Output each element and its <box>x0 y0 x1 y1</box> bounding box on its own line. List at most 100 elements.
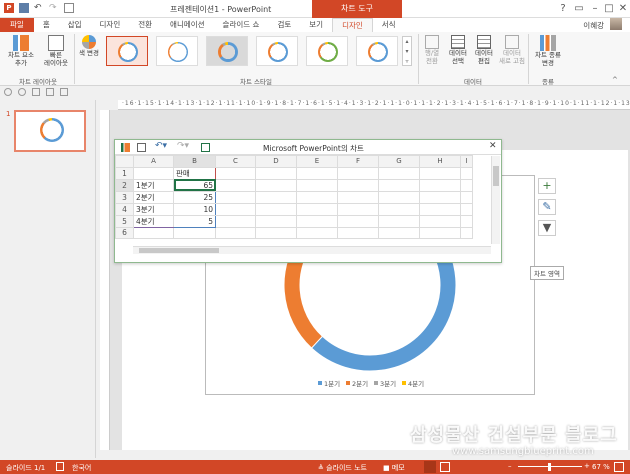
cell[interactable] <box>460 166 473 180</box>
horizontal-scrollbar[interactable] <box>133 246 491 254</box>
value-cell[interactable]: 25 <box>173 190 216 204</box>
column-header[interactable]: D <box>255 155 297 168</box>
cell[interactable] <box>419 190 461 204</box>
column-header[interactable]: E <box>296 155 338 168</box>
cell[interactable] <box>215 214 256 228</box>
cell[interactable] <box>419 226 461 239</box>
tab-transitions[interactable]: 전환 <box>129 18 161 32</box>
cell[interactable] <box>296 190 338 204</box>
normal-view-icon[interactable] <box>424 461 436 473</box>
edit-in-excel-icon[interactable] <box>201 143 210 152</box>
cell[interactable] <box>255 178 297 192</box>
fit-to-window-icon[interactable] <box>614 462 624 472</box>
cell[interactable] <box>255 214 297 228</box>
zoom-slider-thumb[interactable] <box>548 463 551 471</box>
tab-chart-design[interactable]: 디자인 <box>332 18 373 32</box>
shape-icon[interactable] <box>32 88 40 96</box>
help-icon[interactable]: ? <box>556 2 570 16</box>
cell[interactable] <box>296 178 338 192</box>
tab-insert[interactable]: 삽입 <box>59 18 91 32</box>
cell[interactable] <box>173 226 216 239</box>
cell[interactable] <box>296 202 338 216</box>
cell[interactable] <box>460 214 473 228</box>
change-chart-type-button[interactable]: 차트 종류 변경 <box>532 35 564 67</box>
chart-style-2[interactable] <box>156 36 198 66</box>
corner-cell[interactable] <box>115 155 134 168</box>
tab-animations[interactable]: 애니메이션 <box>161 18 214 32</box>
tab-chart-format[interactable]: 서식 <box>373 18 405 32</box>
category-cell[interactable]: 3분기 <box>133 202 174 216</box>
cell[interactable] <box>460 202 473 216</box>
cell[interactable] <box>337 166 379 180</box>
cell[interactable] <box>215 178 256 192</box>
notes-button[interactable]: ≜ 슬라이드 노트 <box>318 463 367 473</box>
save-icon[interactable] <box>19 3 29 13</box>
cell[interactable] <box>378 166 420 180</box>
quick-layout-button[interactable]: 빠른 레이아웃 <box>40 35 72 67</box>
cell[interactable] <box>296 214 338 228</box>
cell[interactable] <box>133 166 174 180</box>
series-name-cell[interactable]: 판매 <box>173 166 216 180</box>
shape-icon[interactable] <box>4 88 12 96</box>
cell[interactable] <box>255 166 297 180</box>
row-header[interactable]: 4 <box>115 202 134 216</box>
cell[interactable] <box>215 202 256 216</box>
styles-gallery-scroll[interactable]: ▴ ▾ ▿ <box>402 36 412 66</box>
chart-style-1[interactable] <box>106 36 148 66</box>
chart-style-5[interactable] <box>306 36 348 66</box>
comments-button[interactable]: ■ 메모 <box>383 463 405 473</box>
cell[interactable] <box>215 226 256 239</box>
tab-design[interactable]: 디자인 <box>91 18 130 32</box>
tab-review[interactable]: 검토 <box>268 18 300 32</box>
switch-row-column-button[interactable]: 행/열 전환 <box>420 35 444 65</box>
column-header[interactable]: B <box>173 155 216 168</box>
chart-filter-icon[interactable]: ▼ <box>538 220 556 236</box>
tab-file[interactable]: 파일 <box>0 18 34 32</box>
zoom-in-icon[interactable]: + <box>584 462 590 470</box>
shape-icon[interactable] <box>46 88 54 96</box>
chart-styles-brush-icon[interactable]: ✎ <box>538 199 556 215</box>
cell[interactable] <box>337 226 379 239</box>
language-indicator[interactable]: 한국어 <box>72 463 91 473</box>
save-icon[interactable] <box>137 143 146 152</box>
zoom-level[interactable]: 67 % <box>592 463 610 471</box>
chart-style-3[interactable] <box>206 36 248 66</box>
cell[interactable] <box>296 166 338 180</box>
column-header[interactable]: I <box>460 155 473 168</box>
cell[interactable] <box>419 214 461 228</box>
tab-slideshow[interactable]: 슬라이드 쇼 <box>214 18 269 32</box>
column-header[interactable]: H <box>419 155 461 168</box>
row-header[interactable]: 2 <box>115 178 134 192</box>
start-slideshow-icon[interactable] <box>64 3 74 13</box>
select-data-button[interactable]: 데이터 선택 <box>446 35 470 65</box>
refresh-data-button[interactable]: 데이터 새로 고침 <box>498 35 526 65</box>
powerpoint-icon[interactable]: P <box>4 3 14 13</box>
column-header[interactable]: F <box>337 155 379 168</box>
slide-sorter-icon[interactable] <box>440 462 450 472</box>
cell[interactable] <box>255 226 297 239</box>
row-header[interactable]: 1 <box>115 166 134 180</box>
cell[interactable] <box>215 166 256 180</box>
cell[interactable] <box>337 214 379 228</box>
collapse-ribbon-icon[interactable]: ^ <box>612 76 618 84</box>
maximize-icon[interactable]: □ <box>602 2 616 16</box>
cell[interactable] <box>337 190 379 204</box>
shape-icon[interactable] <box>18 88 26 96</box>
cell[interactable] <box>419 178 461 192</box>
cell[interactable] <box>460 226 473 239</box>
add-chart-element-button[interactable]: 차트 요소 추가 <box>4 35 38 67</box>
cell[interactable] <box>419 166 461 180</box>
undo-icon[interactable]: ↶▾ <box>155 141 167 151</box>
cell[interactable] <box>133 226 174 239</box>
cell[interactable] <box>296 226 338 239</box>
avatar[interactable] <box>610 18 622 30</box>
cell[interactable] <box>378 226 420 239</box>
scrollbar-thumb[interactable] <box>493 166 499 186</box>
category-cell[interactable]: 4분기 <box>133 214 174 228</box>
cell[interactable] <box>378 214 420 228</box>
row-header[interactable]: 5 <box>115 214 134 228</box>
category-cell[interactable]: 2분기 <box>133 190 174 204</box>
shape-icon[interactable] <box>60 88 68 96</box>
vertical-scrollbar[interactable] <box>491 156 500 244</box>
close-icon[interactable]: ✕ <box>616 2 630 16</box>
